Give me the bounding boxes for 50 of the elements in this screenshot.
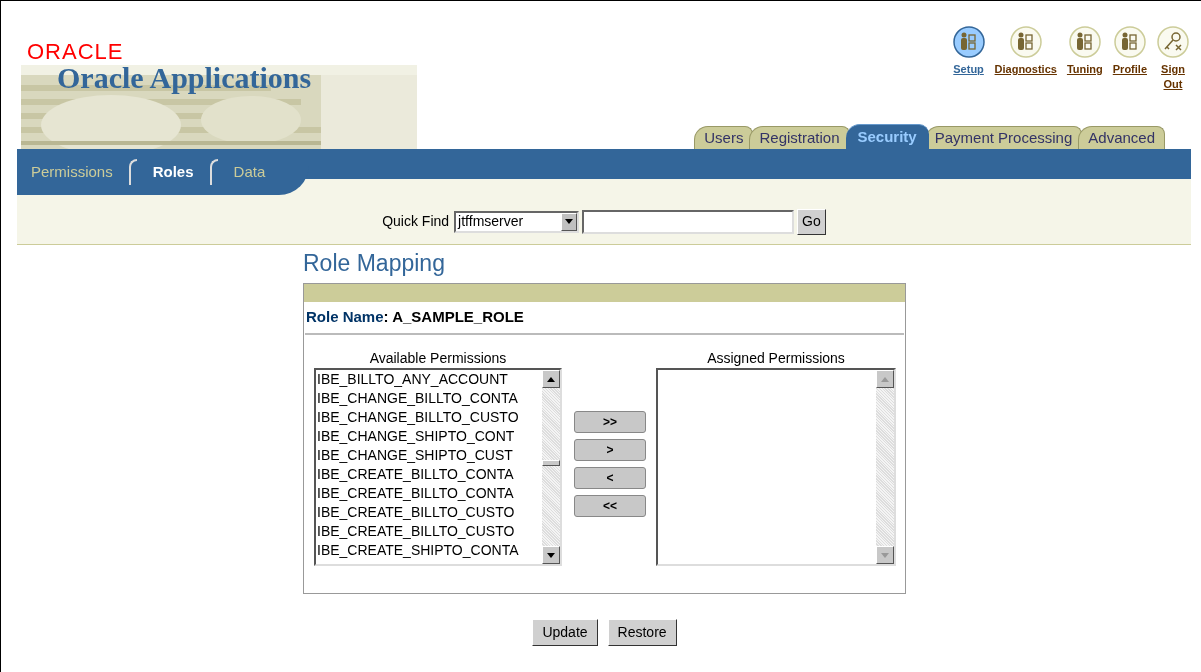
move-button[interactable]: >> <box>574 411 646 433</box>
list-item[interactable]: IBE_CREATE_BILLTO_CONTA <box>317 465 514 484</box>
list-item[interactable]: IBE_CHANGE_BILLTO_CUSTO <box>317 408 519 427</box>
move-button[interactable]: < <box>574 467 646 489</box>
list-item[interactable]: IBE_CHANGE_SHIPTO_CONT <box>317 427 515 446</box>
subtab-divider <box>128 159 137 185</box>
tab[interactable]: Users <box>694 126 754 149</box>
available-permissions-list[interactable] <box>314 368 562 566</box>
subtab[interactable]: Data <box>229 160 270 184</box>
go-button[interactable]: Go <box>797 208 826 235</box>
list-item[interactable]: IBE_CHANGE_SHIPTO_CUST <box>317 446 513 465</box>
list-item[interactable]: IBE_CREATE_SHIPTO_CONTA <box>317 541 519 560</box>
key-icon[interactable] <box>1157 26 1189 58</box>
scroll-up-icon <box>876 370 894 388</box>
global-link[interactable]: Sign Out <box>1160 62 1186 92</box>
move-button[interactable]: << <box>574 495 646 517</box>
list-item[interactable]: IBE_BILLTO_ANY_ACCOUNT <box>317 370 508 389</box>
scroll-down-icon <box>876 546 894 564</box>
page-title: Role Mapping <box>303 249 446 278</box>
list-item[interactable]: IBE_CHANGE_BILLTO_CONTA <box>317 389 518 408</box>
role-name-text: Role Name: A_SAMPLE_ROLE <box>306 307 524 328</box>
tab[interactable]: Advanced <box>1078 126 1165 149</box>
person-icon[interactable] <box>952 26 985 58</box>
quick-find-select[interactable]: jtffmserver <box>454 210 580 233</box>
global-link[interactable]: Diagnostics <box>994 62 1057 77</box>
quick-find-input[interactable] <box>582 209 795 234</box>
subtab-divider <box>209 159 218 185</box>
available-permissions-heading: Available Permissions <box>369 349 507 368</box>
global-link[interactable]: Tuning <box>1066 62 1103 77</box>
tab[interactable]: Security <box>845 124 929 149</box>
list-item[interactable]: IBE_CREATE_BILLTO_CUSTO <box>317 522 515 541</box>
quick-find-label: Quick Find <box>382 212 450 231</box>
list-item[interactable]: IBE_CREATE_BILLTO_CONTA <box>317 484 514 503</box>
assigned-permissions-list[interactable] <box>656 368 896 566</box>
assigned-permissions-heading: Assigned Permissions <box>707 349 845 368</box>
scroll-up-icon[interactable] <box>542 370 560 388</box>
subtab[interactable]: Permissions <box>27 160 117 184</box>
product-title: Oracle Applications <box>57 63 312 93</box>
scrollbar[interactable] <box>542 370 560 564</box>
oracle-logo: ORACLE <box>27 41 124 63</box>
tab[interactable]: Registration <box>749 126 850 149</box>
scroll-thumb[interactable] <box>542 460 560 466</box>
action-button[interactable]: Restore <box>607 619 677 646</box>
scroll-down-icon[interactable] <box>542 546 560 564</box>
list-item[interactable]: IBE_CREATE_BILLTO_CUSTO <box>317 503 515 522</box>
global-link[interactable]: Profile <box>1112 62 1147 77</box>
subtab[interactable]: Roles <box>148 160 198 184</box>
action-button[interactable]: Update <box>532 619 598 646</box>
global-link[interactable]: Setup <box>953 62 984 77</box>
move-button[interactable]: > <box>574 439 646 461</box>
